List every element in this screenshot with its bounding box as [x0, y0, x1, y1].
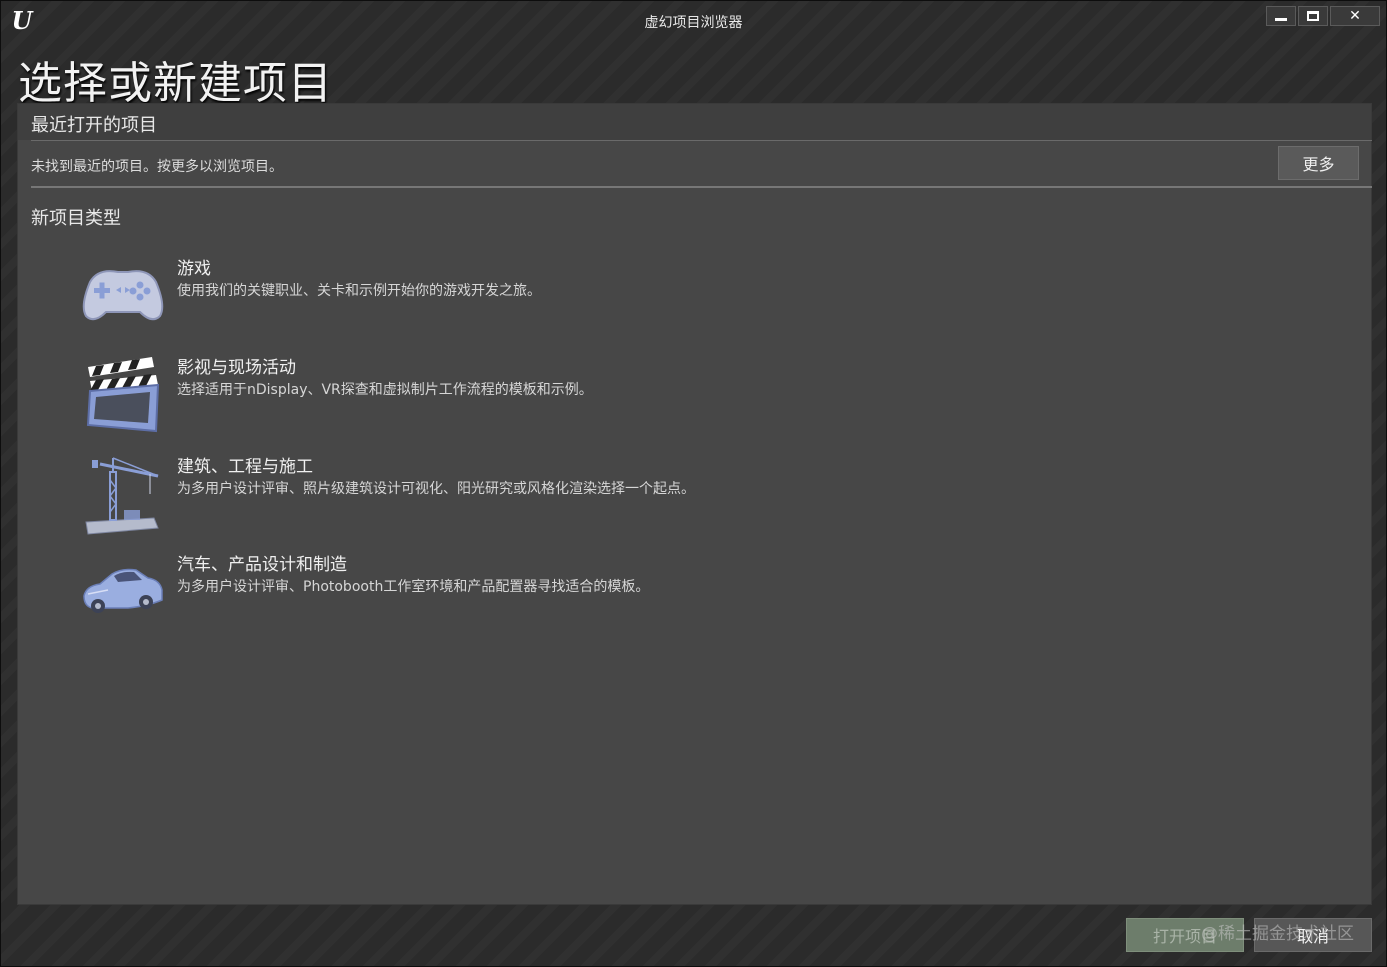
project-browser-window: U 虚幻项目浏览器 ✕ 选择或新建项目 最近打开的项目 未找到最近的项目。按更多… [0, 0, 1387, 967]
car-icon [83, 568, 163, 613]
project-type-description: 为多用户设计评审、Photobooth工作室环境和产品配置器寻找适合的模板。 [177, 579, 650, 595]
clapperboard-icon [86, 357, 160, 433]
recent-projects-message: 未找到最近的项目。按更多以浏览项目。 [31, 159, 283, 175]
project-type-name: 游戏 [177, 259, 211, 279]
close-icon: ✕ [1349, 8, 1361, 24]
minimize-icon [1275, 17, 1287, 21]
more-button[interactable]: 更多 [1278, 146, 1359, 180]
new-project-types-title: 新项目类型 [31, 208, 121, 229]
gamepad-icon [82, 270, 164, 321]
project-type-name: 建筑、工程与施工 [177, 457, 313, 477]
recent-projects-title: 最近打开的项目 [31, 115, 157, 136]
project-type-description: 选择适用于nDisplay、VR探查和虚拟制片工作流程的模板和示例。 [177, 382, 593, 398]
project-type-game[interactable]: 游戏 使用我们的关键职业、关卡和示例开始你的游戏开发之旅。 [78, 254, 978, 344]
window-controls: ✕ [1266, 6, 1380, 26]
project-type-name: 影视与现场活动 [177, 358, 296, 378]
project-type-automotive[interactable]: 汽车、产品设计和制造 为多用户设计评审、Photobooth工作室环境和产品配置… [78, 550, 978, 640]
title-bar[interactable]: U 虚幻项目浏览器 ✕ [1, 1, 1386, 41]
crane-icon [85, 457, 159, 535]
close-button[interactable]: ✕ [1330, 6, 1380, 26]
maximize-icon [1307, 11, 1319, 21]
watermark: @稀土掘金技术社区 [1201, 924, 1354, 944]
page-title: 选择或新建项目 [18, 58, 333, 109]
window-title: 虚幻项目浏览器 [644, 15, 743, 31]
maximize-button[interactable] [1298, 6, 1328, 26]
divider [31, 140, 1372, 141]
main-panel: 最近打开的项目 未找到最近的项目。按更多以浏览项目。 更多 新项目类型 游戏 使… [17, 103, 1372, 905]
project-type-film[interactable]: 影视与现场活动 选择适用于nDisplay、VR探查和虚拟制片工作流程的模板和示… [78, 353, 978, 443]
project-type-name: 汽车、产品设计和制造 [177, 555, 347, 575]
project-type-description: 为多用户设计评审、照片级建筑设计可视化、阳光研究或风格化渲染选择一个起点。 [177, 481, 695, 497]
minimize-button[interactable] [1266, 6, 1296, 26]
recent-projects-header: 最近打开的项目 [18, 104, 1371, 140]
project-type-architecture[interactable]: 建筑、工程与施工 为多用户设计评审、照片级建筑设计可视化、阳光研究或风格化渲染选… [78, 452, 978, 542]
divider [31, 186, 1372, 188]
project-type-description: 使用我们的关键职业、关卡和示例开始你的游戏开发之旅。 [177, 283, 541, 299]
